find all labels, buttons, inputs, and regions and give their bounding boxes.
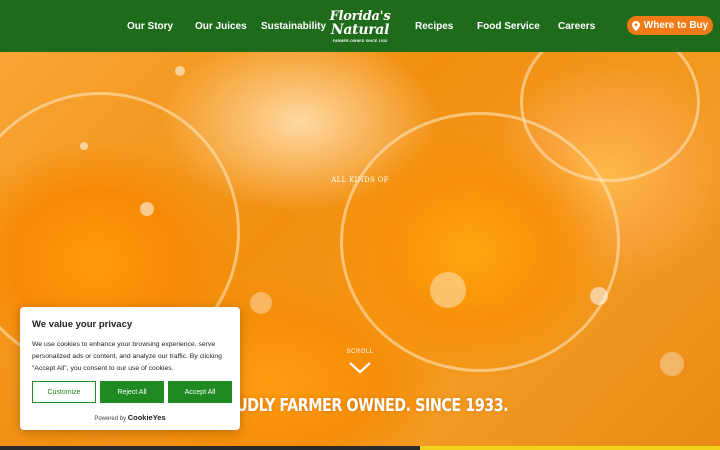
water-bubble [175, 66, 185, 76]
water-bubble [250, 292, 272, 314]
logo-tagline: FARMER-OWNED SINCE 1933 [332, 38, 388, 43]
water-bubble [660, 352, 684, 376]
logo-line1: Florida's [329, 8, 391, 24]
bottom-strip [0, 446, 420, 450]
brand-logo[interactable]: Florida's Natural FARMER-OWNED SINCE 193… [329, 5, 391, 47]
bottom-strip-accent [420, 446, 720, 450]
chevron-down-icon[interactable] [349, 362, 371, 374]
customize-button[interactable]: Customize [32, 381, 96, 403]
where-to-buy-label: Where to Buy [643, 20, 709, 31]
water-bubble [590, 287, 608, 305]
nav-recipes[interactable]: Recipes [415, 0, 453, 52]
cookie-description: We use cookies to enhance your browsing … [32, 341, 222, 372]
logo-line2: Natural [330, 21, 390, 38]
nav-our-juices[interactable]: Our Juices [195, 0, 247, 52]
water-bubble [430, 272, 466, 308]
water-bubble [80, 142, 88, 150]
map-pin-icon [631, 20, 640, 31]
reject-all-button[interactable]: Reject All [100, 381, 164, 403]
cookie-button-group: Customize Reject All Accept All [32, 381, 232, 403]
nav-our-story[interactable]: Our Story [127, 0, 173, 52]
powered-by: Powered by CookieYes [20, 413, 240, 422]
nav-food-service[interactable]: Food Service [477, 0, 540, 52]
water-bubble [140, 202, 154, 216]
where-to-buy-button[interactable]: Where to Buy [627, 16, 713, 35]
hero-eyebrow: ALL KINDS OF [331, 176, 389, 184]
nav-careers[interactable]: Careers [558, 0, 595, 52]
cookieyes-logo[interactable]: CookieYes [128, 413, 166, 422]
cookie-consent-banner: We value your privacy We use cookies to … [20, 307, 240, 430]
scroll-label: SCROLL [346, 349, 374, 355]
powered-by-label: Powered by [94, 416, 127, 422]
cookie-title: We value your privacy [32, 319, 133, 330]
site-header: Our Story Our Juices Sustainability Flor… [0, 0, 720, 52]
hero-tagline: UDLY FARMER OWNED. SINCE 1933. [236, 396, 509, 416]
nav-sustainability[interactable]: Sustainability [261, 0, 326, 52]
accept-all-button[interactable]: Accept All [168, 381, 232, 403]
